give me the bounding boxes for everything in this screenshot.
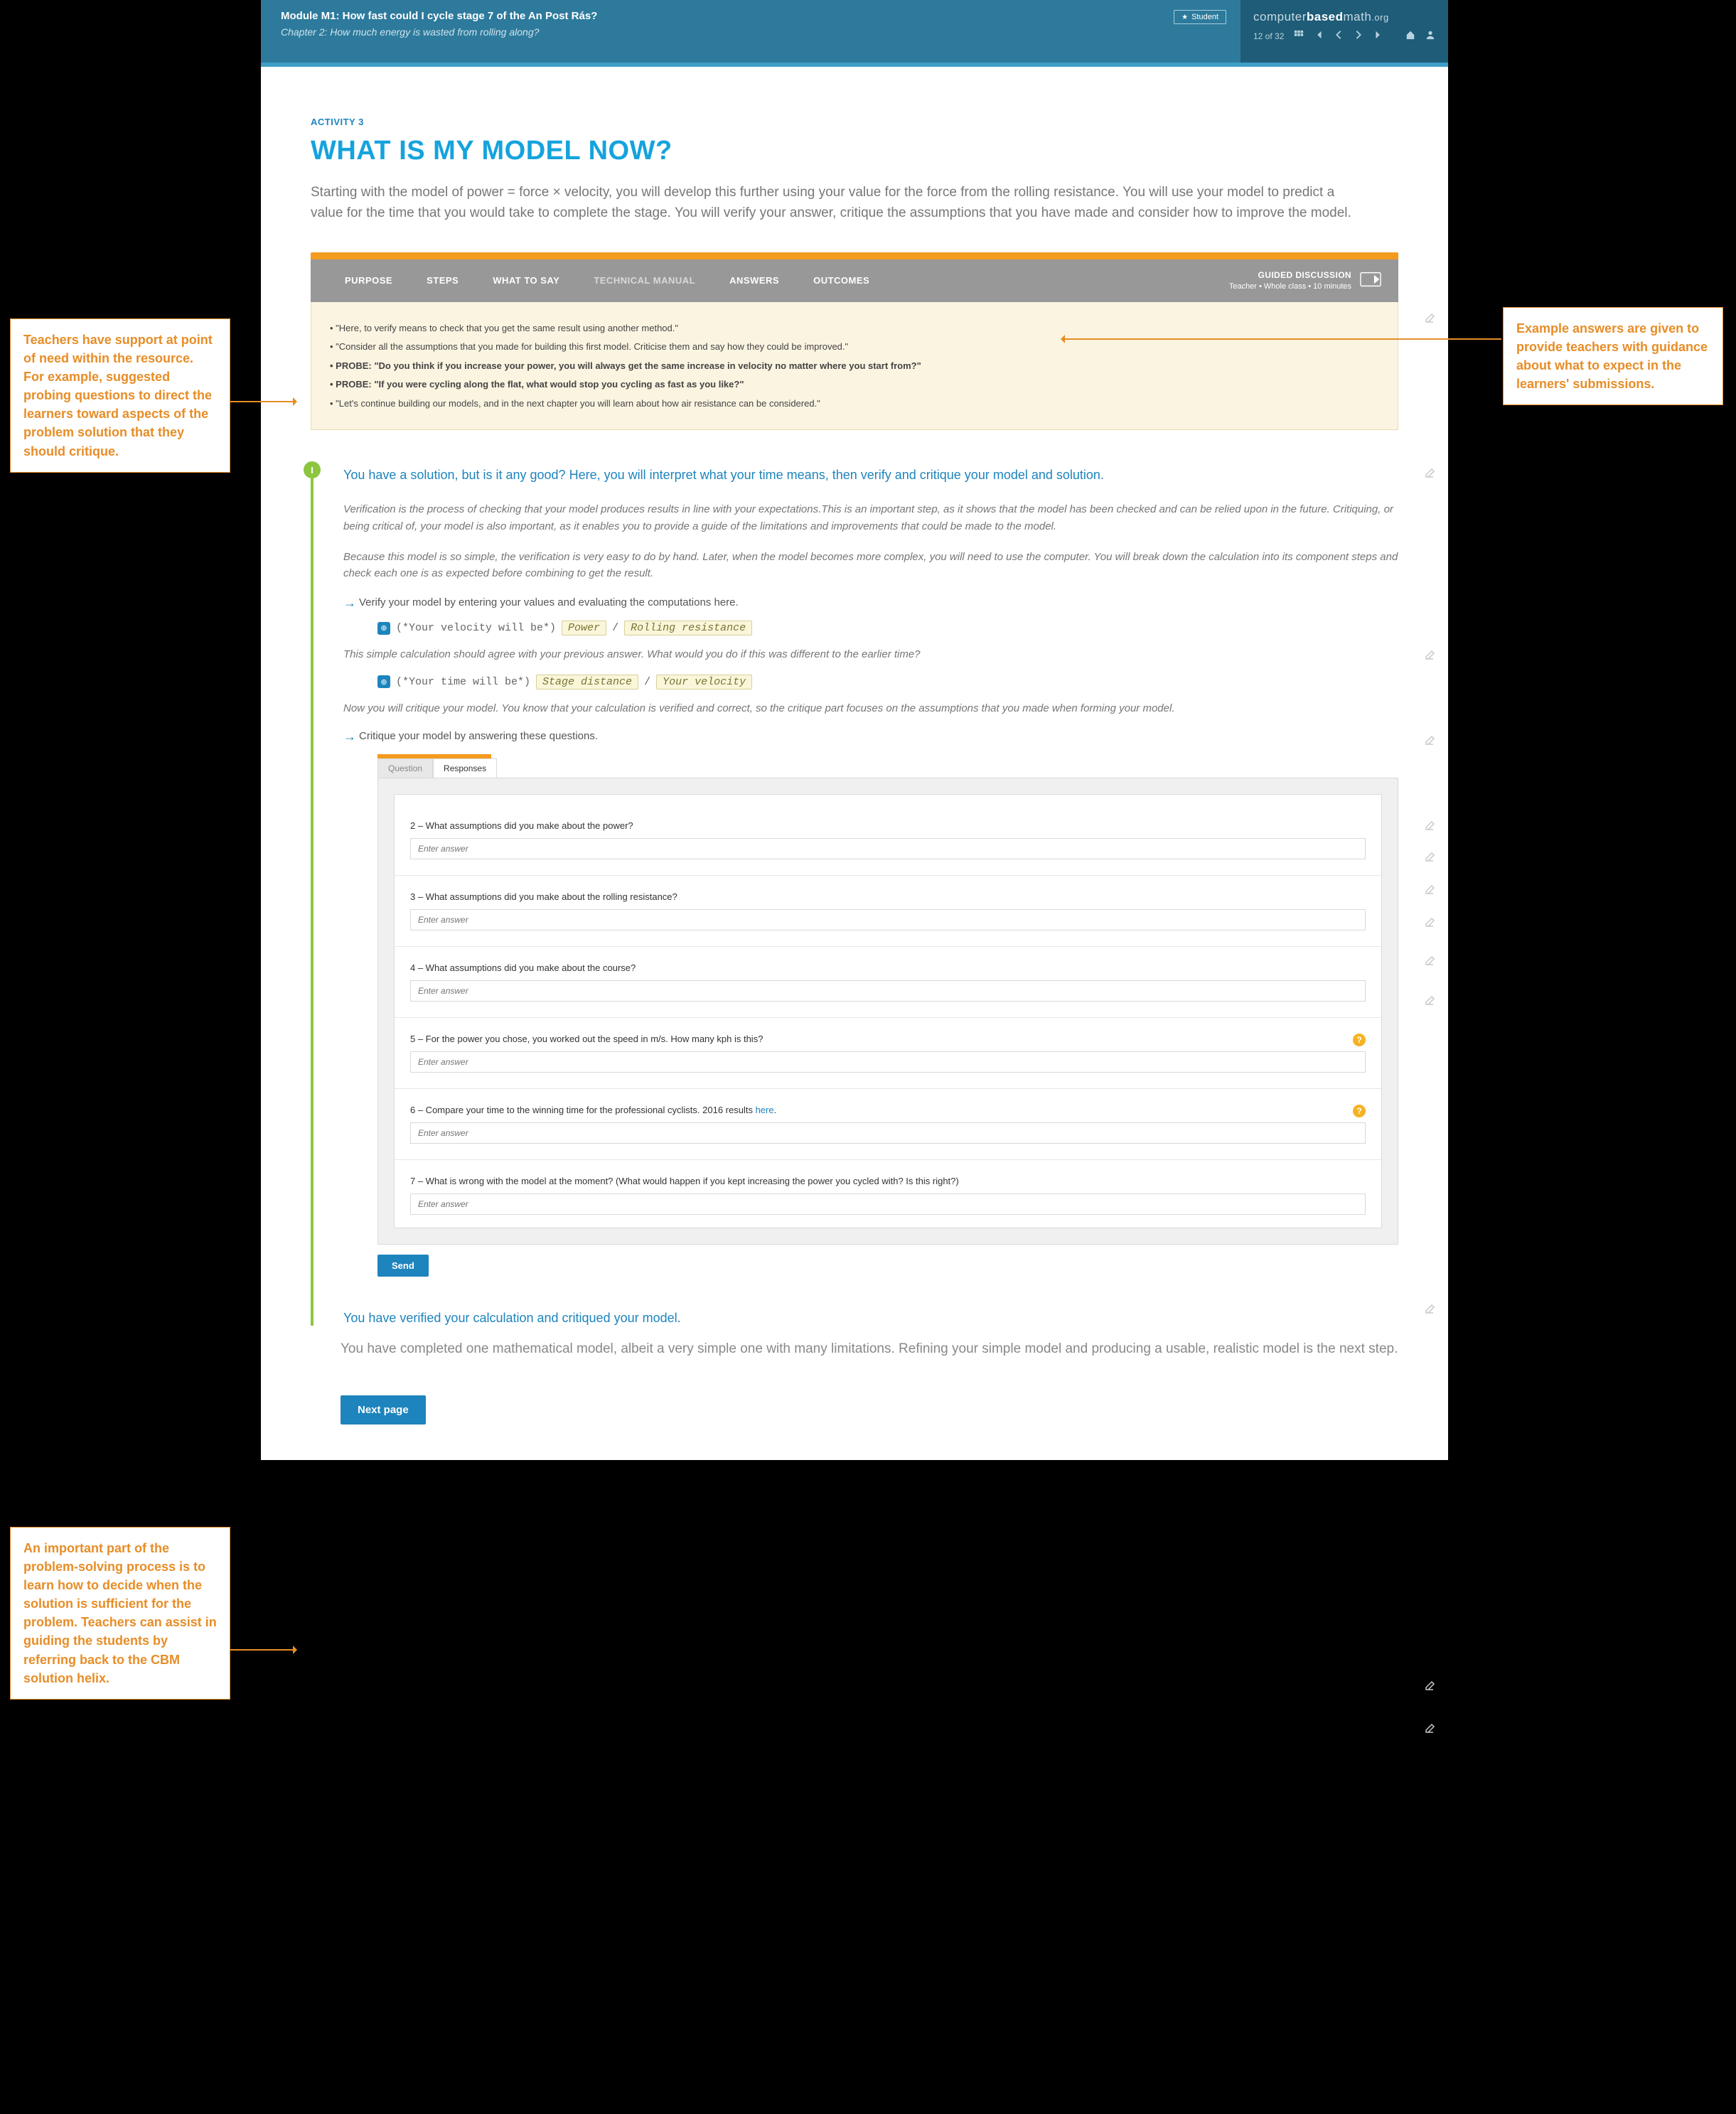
- timeline: I You have a solution, but is it any goo…: [311, 466, 1398, 1326]
- edit-icon[interactable]: [1424, 313, 1435, 324]
- module-title: Module M1: How fast could I cycle stage …: [281, 10, 1154, 22]
- question-text: 6 – Compare your time to the winning tim…: [410, 1105, 1366, 1115]
- answer-input[interactable]: [410, 838, 1366, 859]
- callout-left-1: Teachers have support at point of need w…: [10, 318, 230, 473]
- say-line: PROBE: "If you were cycling along the fl…: [330, 377, 1379, 392]
- say-line: "Here, to verify means to check that you…: [330, 321, 1379, 336]
- callout-left-2: An important part of the problem-solving…: [10, 1527, 230, 1700]
- paragraph: This simple calculation should agree wit…: [343, 647, 1398, 663]
- timeline-badge: I: [304, 461, 321, 478]
- answer-input[interactable]: [410, 1122, 1366, 1144]
- question-text: 5 – For the power you chose, you worked …: [410, 1034, 1366, 1044]
- send-button[interactable]: Send: [377, 1255, 429, 1277]
- task-instruction: →Critique your model by answering these …: [343, 729, 1398, 744]
- edit-icon[interactable]: [1424, 955, 1435, 967]
- tab-outcomes[interactable]: OUTCOMES: [796, 259, 886, 302]
- variable-chip[interactable]: Stage distance: [536, 675, 638, 690]
- verify-statement: You have verified your calculation and c…: [343, 1311, 1398, 1326]
- code-expression[interactable]: ⊕ (*Your velocity will be*) Power / Roll…: [377, 621, 1398, 635]
- callout-arrow: [230, 1649, 294, 1651]
- app-header: Module M1: How fast could I cycle stage …: [261, 0, 1448, 63]
- activity-eyebrow: ACTIVITY 3: [311, 117, 1398, 127]
- edit-icon[interactable]: [1424, 820, 1435, 832]
- discussion-meta: GUIDED DISCUSSION Teacher • Whole class …: [1229, 270, 1351, 291]
- edit-icon[interactable]: [1424, 650, 1435, 661]
- say-line: "Let's continue building our models, and…: [330, 397, 1379, 411]
- answer-input[interactable]: [410, 1051, 1366, 1073]
- run-cell-icon[interactable]: ⊕: [377, 622, 390, 635]
- tab-what-to-say[interactable]: WHAT TO SAY: [476, 259, 577, 302]
- edit-icon[interactable]: [1424, 917, 1435, 928]
- say-line: PROBE: "Do you think if you increase you…: [330, 359, 1379, 373]
- paragraph: Because this model is so simple, the ver…: [343, 549, 1398, 582]
- help-icon[interactable]: ?: [1353, 1105, 1366, 1117]
- page-title: WHAT IS MY MODEL NOW?: [311, 136, 1398, 166]
- home-icon[interactable]: [1405, 30, 1415, 42]
- answer-input[interactable]: [410, 1193, 1366, 1215]
- tab-steps[interactable]: STEPS: [409, 259, 476, 302]
- closing-text: You have completed one mathematical mode…: [341, 1338, 1398, 1359]
- task-instruction: →Verify your model by entering your valu…: [343, 596, 1398, 611]
- callout-arrow: [230, 401, 294, 402]
- nav-next-icon[interactable]: [1354, 30, 1363, 42]
- answer-input[interactable]: [410, 980, 1366, 1002]
- question-text: 2 – What assumptions did you make about …: [410, 820, 1366, 831]
- question-text: 4 – What assumptions did you make about …: [410, 962, 1366, 973]
- tab-purpose[interactable]: PURPOSE: [328, 259, 409, 302]
- variable-chip[interactable]: Rolling resistance: [624, 621, 752, 635]
- nav-last-icon[interactable]: [1373, 30, 1383, 42]
- say-line: "Consider all the assumptions that you m…: [330, 340, 1379, 354]
- paragraph: Now you will critique your model. You kn…: [343, 701, 1398, 717]
- callout-arrow: [1063, 338, 1501, 340]
- arrow-icon: →: [343, 729, 359, 744]
- panel-ribbon: [311, 252, 1398, 259]
- grid-icon[interactable]: [1294, 30, 1304, 42]
- qtab-question[interactable]: Question: [377, 758, 433, 778]
- question-text: 3 – What assumptions did you make about …: [410, 891, 1366, 902]
- next-page-button[interactable]: Next page: [341, 1395, 426, 1424]
- qtab-responses[interactable]: Responses: [433, 758, 497, 778]
- question-panel: 2 – What assumptions did you make about …: [377, 778, 1398, 1245]
- variable-chip[interactable]: Power: [562, 621, 606, 635]
- student-badge[interactable]: Student: [1174, 10, 1226, 24]
- variable-chip[interactable]: Your velocity: [656, 675, 752, 690]
- tab-technical-manual[interactable]: TECHNICAL MANUAL: [577, 259, 712, 302]
- user-menu-icon[interactable]: [1425, 30, 1435, 42]
- edit-icon[interactable]: [1424, 735, 1435, 746]
- edit-icon[interactable]: [1424, 1680, 1435, 1692]
- tab-answers[interactable]: ANSWERS: [712, 259, 796, 302]
- edit-icon[interactable]: [1424, 468, 1435, 479]
- page-indicator: 12 of 32: [1253, 31, 1284, 41]
- help-icon[interactable]: ?: [1353, 1034, 1366, 1046]
- nav-prev-icon[interactable]: [1334, 30, 1344, 42]
- nav-first-icon[interactable]: [1314, 30, 1324, 42]
- what-to-say-panel: "Here, to verify means to check that you…: [311, 302, 1398, 431]
- intro-text: Starting with the model of power = force…: [311, 182, 1363, 224]
- callout-right-1: Example answers are given to provide tea…: [1503, 307, 1723, 405]
- edit-icon[interactable]: [1424, 884, 1435, 896]
- edit-icon[interactable]: [1424, 1723, 1435, 1734]
- paragraph: Verification is the process of checking …: [343, 501, 1398, 535]
- answer-input[interactable]: [410, 909, 1366, 930]
- code-expression[interactable]: ⊕ (*Your time will be*) Stage distance /…: [377, 675, 1398, 690]
- discussion-icon: [1360, 272, 1381, 289]
- section-lead: You have a solution, but is it any good?…: [343, 466, 1398, 485]
- brand-logo: computerbasedmath.org: [1241, 0, 1448, 24]
- edit-icon[interactable]: [1424, 852, 1435, 863]
- edit-icon[interactable]: [1424, 995, 1435, 1007]
- results-link[interactable]: here: [756, 1105, 774, 1115]
- chapter-title: Chapter 2: How much energy is wasted fro…: [281, 26, 1154, 38]
- edit-icon[interactable]: [1424, 1304, 1435, 1315]
- teacher-tabs: PURPOSE STEPS WHAT TO SAY TECHNICAL MANU…: [311, 259, 1398, 302]
- arrow-icon: →: [343, 596, 359, 611]
- question-text: 7 – What is wrong with the model at the …: [410, 1176, 1366, 1186]
- run-cell-icon[interactable]: ⊕: [377, 675, 390, 688]
